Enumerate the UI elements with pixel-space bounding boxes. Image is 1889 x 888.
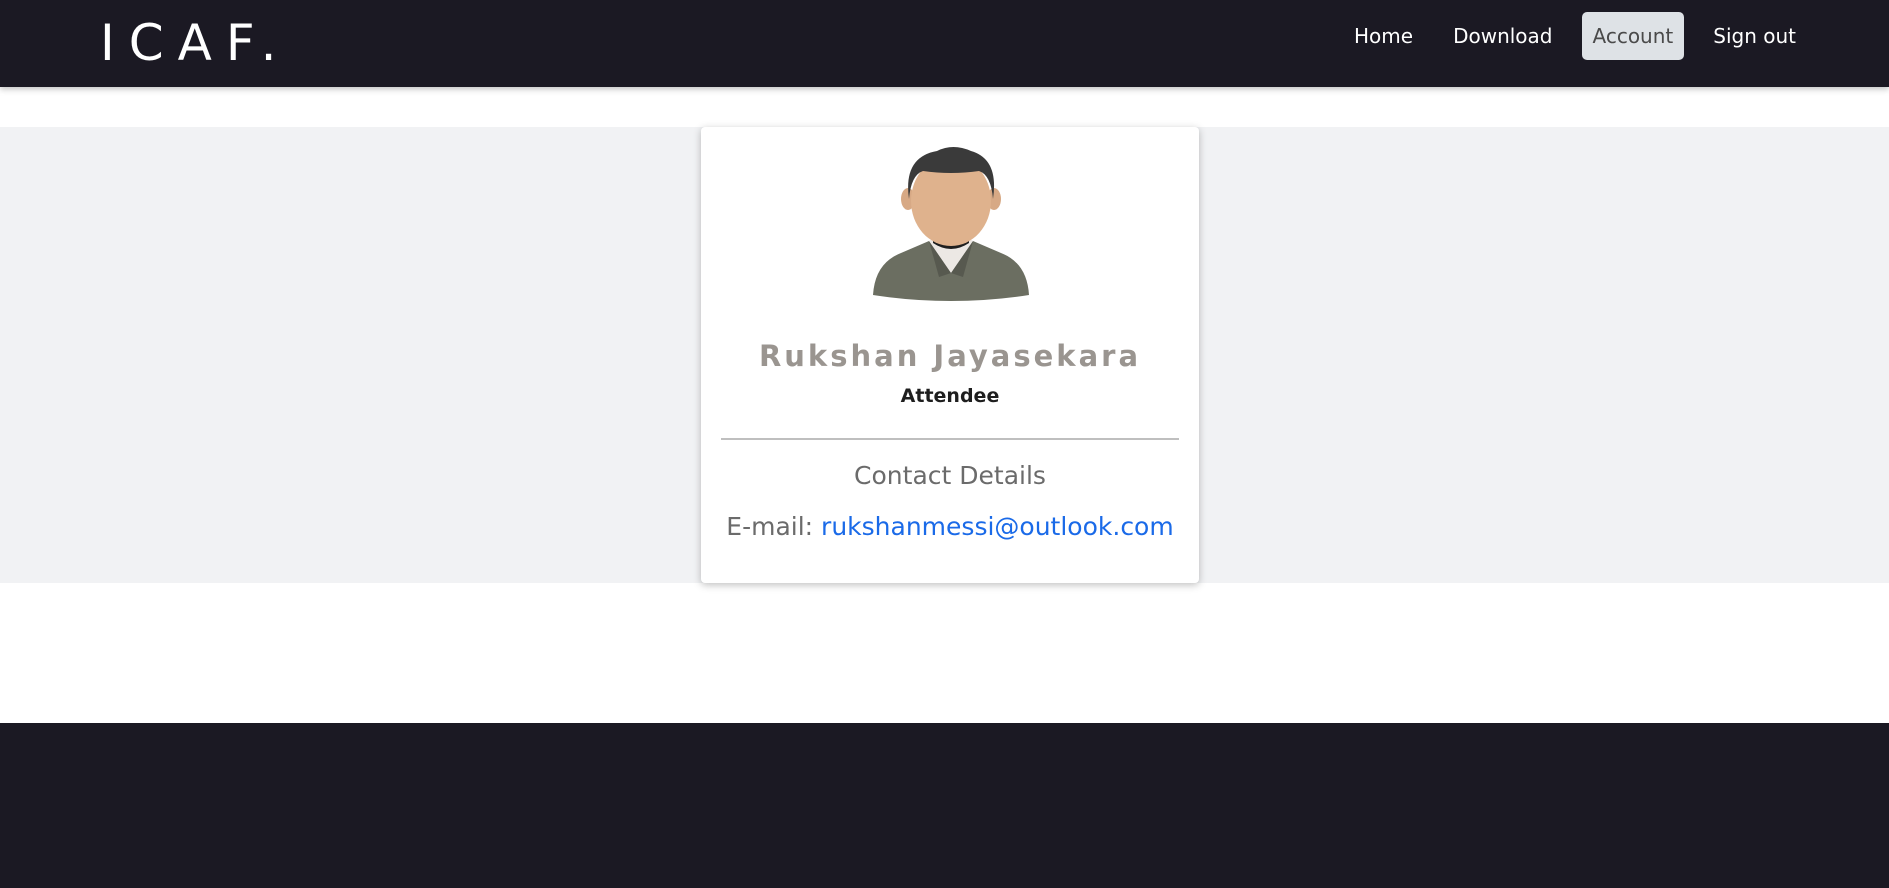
user-avatar-icon — [873, 147, 1029, 301]
divider — [721, 438, 1179, 440]
nav-links: Home Download Account Sign out — [1343, 12, 1807, 60]
email-link[interactable]: rukshanmessi@outlook.com — [821, 512, 1174, 541]
nav-download-link[interactable]: Download — [1442, 12, 1563, 60]
email-label: E-mail: — [726, 512, 822, 541]
nav-sign-out-link[interactable]: Sign out — [1702, 12, 1807, 60]
profile-name: Rukshan Jayasekara — [758, 339, 1142, 373]
footer — [0, 723, 1889, 888]
email-row: E-mail: rukshanmessi@outlook.com — [701, 512, 1199, 541]
profile-card: Rukshan Jayasekara Attendee Contact Deta… — [701, 127, 1199, 583]
top-navbar: ICAF. Home Download Account Sign out — [0, 0, 1889, 87]
contact-details-heading: Contact Details — [854, 461, 1046, 490]
nav-home-link[interactable]: Home — [1343, 12, 1424, 60]
nav-account-link[interactable]: Account — [1581, 12, 1685, 60]
profile-role: Attendee — [900, 385, 1000, 407]
brand-logo[interactable]: ICAF. — [100, 14, 290, 72]
